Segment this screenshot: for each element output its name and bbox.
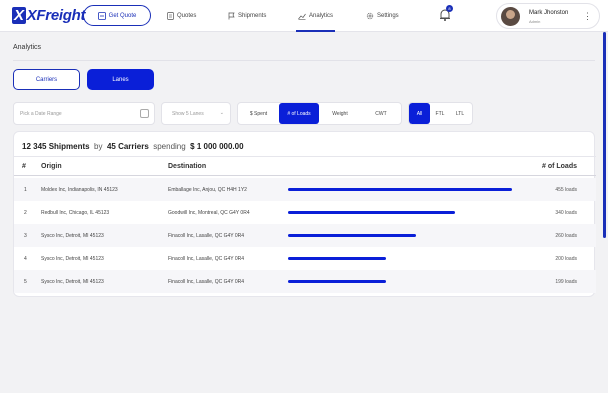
metric-weight[interactable]: Weight [319, 103, 361, 124]
nav-shipments[interactable]: Shipments [228, 0, 266, 32]
flag-icon [228, 12, 235, 20]
row-destination: Finacoll Inc, Lasalle, QC G4Y 0R4 [168, 233, 245, 239]
loads-bar [288, 257, 386, 260]
tab-lanes[interactable]: Lanes [87, 69, 154, 90]
metric-spent[interactable]: $ Spent [238, 103, 279, 124]
loads-bar [288, 211, 455, 214]
user-name: Mark Jhonston [529, 10, 569, 16]
user-role: Admin [529, 19, 541, 24]
metric-toggle: $ Spent # of Loads Weight CWT [237, 102, 402, 125]
row-origin: Redbull Inc, Chicago, IL 45123 [41, 210, 110, 216]
get-quote-label: Get Quote [108, 12, 137, 19]
nav-quotes[interactable]: Quotes [167, 0, 196, 32]
notification-badge: 8 [446, 5, 453, 12]
lanes-table-card: 12 345 Shipments by 45 Carriers spending… [13, 131, 596, 297]
nav-analytics[interactable]: Analytics [295, 0, 336, 32]
row-origin: Sysco Inc, Detroit, MI 45123 [41, 256, 104, 262]
metric-loads[interactable]: # of Loads [279, 103, 319, 124]
col-origin: Origin [41, 163, 62, 170]
scrollbar[interactable] [603, 32, 606, 238]
row-destination: Emballage Inc, Anjou, QC H4H 1Y2 [168, 187, 247, 193]
top-bar: X XFreight Get Quote Quotes Shipments Ana… [0, 0, 608, 32]
row-loads: 200 loads [555, 256, 577, 262]
nav-settings[interactable]: Settings [366, 0, 399, 32]
row-origin: Moldex Inc, Indianapolis, IN 45123 [41, 187, 118, 193]
table-row[interactable]: 1 Moldex Inc, Indianapolis, IN 45123 Embal… [14, 178, 596, 201]
col-loads: # of Loads [541, 163, 577, 170]
summary-shipments: 12 345 Shipments [22, 142, 90, 151]
summary-spending: spending [153, 142, 186, 151]
calendar-icon [140, 109, 149, 118]
summary-amount: $ 1 000 000.00 [190, 142, 244, 151]
chart-icon [298, 13, 306, 20]
col-destination: Destination [168, 163, 207, 170]
loads-bar [288, 188, 512, 191]
loads-bar [288, 234, 416, 237]
gear-icon [366, 12, 374, 20]
tab-carriers[interactable]: Carriers [13, 69, 80, 90]
nav-quotes-label: Quotes [177, 13, 197, 19]
logo[interactable]: X XFreight [12, 7, 85, 24]
chevron-down-icon: ⌄ [219, 110, 224, 116]
get-quote-button[interactable]: Get Quote [83, 5, 151, 26]
row-number: 1 [24, 187, 27, 193]
row-origin: Sysco Inc, Detroit, MI 45123 [41, 233, 104, 239]
date-range-input[interactable]: Pick a Date Range [13, 102, 155, 125]
table-row[interactable]: 2 Redbull Inc, Chicago, IL 45123 Goodwill … [14, 201, 596, 224]
calculator-icon [97, 11, 106, 20]
user-menu[interactable]: Mark Jhonston Admin ⋮ [496, 3, 600, 29]
table-header: # Origin Destination # of Loads [14, 156, 596, 176]
summary-by: by [94, 142, 103, 151]
lanes-count-value: Show 5 Lanes [172, 111, 204, 117]
table-row[interactable]: 3 Sysco Inc, Detroit, MI 45123 Finacoll In… [14, 224, 596, 247]
row-destination: Goodwill Inc, Montreal, QC G4Y 0R4 [168, 210, 250, 216]
page-title: Analytics [13, 44, 42, 51]
summary-line: 12 345 Shipments by 45 Carriers spending… [22, 142, 244, 151]
nav-analytics-label: Analytics [309, 13, 334, 19]
metric-cwt[interactable]: CWT [361, 103, 401, 124]
logo-text: XFreight [26, 7, 86, 24]
mode-ltl[interactable]: LTL [450, 103, 470, 124]
table-row[interactable]: 5 Sysco Inc, Detroit, MI 45123 Finacoll In… [14, 270, 596, 293]
row-destination: Finacoll Inc, Lasalle, QC G4Y 0R4 [168, 279, 245, 285]
row-loads: 455 loads [555, 187, 577, 193]
row-origin: Sysco Inc, Detroit, MI 45123 [41, 279, 104, 285]
row-number: 3 [24, 233, 27, 239]
row-number: 4 [24, 256, 27, 262]
row-destination: Finacoll Inc, Lasalle, QC G4Y 0R4 [168, 256, 245, 262]
row-number: 5 [24, 279, 27, 285]
row-loads: 260 loads [555, 233, 577, 239]
col-num: # [22, 163, 26, 170]
row-loads: 340 loads [555, 210, 577, 216]
date-range-placeholder: Pick a Date Range [20, 111, 62, 117]
table-row[interactable]: 4 Sysco Inc, Detroit, MI 45123 Finacoll In… [14, 247, 596, 270]
row-number: 2 [24, 210, 27, 216]
more-vertical-icon[interactable]: ⋮ [583, 11, 592, 21]
mode-ftl[interactable]: FTL [430, 103, 450, 124]
nav-shipments-label: Shipments [238, 13, 267, 19]
avatar [501, 7, 520, 26]
nav-settings-label: Settings [377, 13, 399, 19]
loads-bar [288, 280, 386, 283]
document-icon [167, 12, 174, 20]
row-loads: 199 loads [555, 279, 577, 285]
mode-toggle: All FTL LTL [408, 102, 473, 125]
summary-carriers: 45 Carriers [106, 142, 149, 151]
lanes-count-select[interactable]: Show 5 Lanes ⌄ [161, 102, 231, 125]
divider [13, 60, 595, 61]
mode-all[interactable]: All [409, 103, 430, 124]
